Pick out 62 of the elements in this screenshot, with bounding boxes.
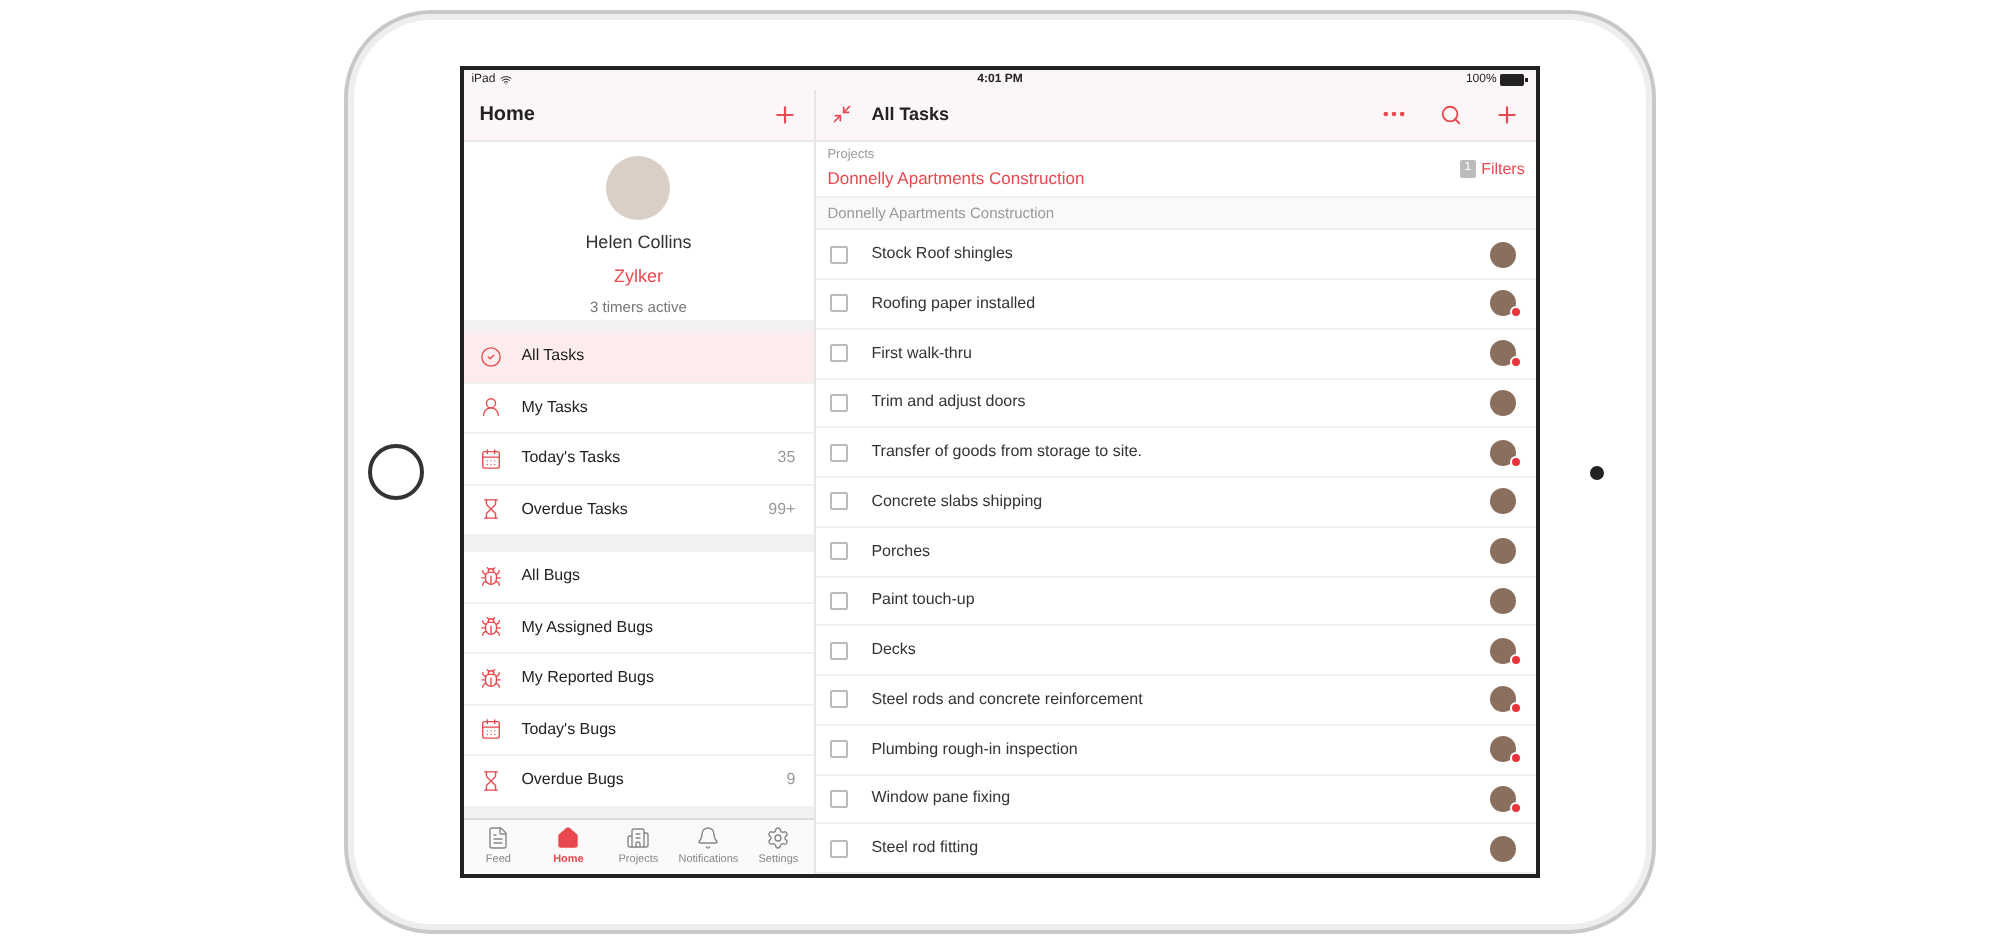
task-checkbox[interactable] xyxy=(829,690,848,709)
sidebar-item[interactable]: My Tasks xyxy=(463,383,814,434)
task-name: Porches xyxy=(871,539,933,564)
task-checkbox[interactable] xyxy=(829,393,848,412)
task-checkbox[interactable] xyxy=(829,294,848,313)
task-name: Window pane fixing xyxy=(871,786,1013,811)
bell-icon xyxy=(696,825,721,850)
home-icon xyxy=(556,825,581,850)
task-checkbox[interactable] xyxy=(829,492,848,511)
check-circle-icon xyxy=(479,345,502,368)
task-checkbox[interactable] xyxy=(829,740,848,759)
bug-icon xyxy=(479,565,502,588)
task-name: First walk-thru xyxy=(871,341,974,366)
task-checkbox[interactable] xyxy=(829,789,848,808)
task-name: Transfer of goods from storage to site. xyxy=(871,440,1145,465)
task-name: Paint touch-up xyxy=(871,588,977,613)
task-name: Plumbing rough-in inspection xyxy=(871,737,1080,762)
user-icon xyxy=(479,396,502,419)
bug-icon xyxy=(479,667,502,690)
task-checkbox[interactable] xyxy=(829,344,848,363)
add-icon[interactable] xyxy=(1494,101,1521,128)
search-icon[interactable] xyxy=(1440,103,1463,126)
wifi-icon xyxy=(499,74,512,86)
company-name: Zylker xyxy=(613,263,663,290)
sidebar-item[interactable]: Today's Bugs xyxy=(463,705,814,756)
task-checkbox[interactable] xyxy=(829,641,848,660)
sidebar-item[interactable]: My Assigned Bugs xyxy=(463,603,814,654)
calendar-icon xyxy=(479,718,502,741)
collapse-icon[interactable] xyxy=(831,104,852,125)
user-name: Helen Collins xyxy=(585,230,692,256)
task-checkbox[interactable] xyxy=(829,245,848,264)
task-name: Steel rods and concrete reinforcement xyxy=(871,687,1145,712)
hourglass-icon xyxy=(479,498,502,521)
item-count: 9 xyxy=(786,768,796,793)
page-title: All Tasks xyxy=(871,101,952,128)
item-count: 99+ xyxy=(768,497,796,522)
building-icon xyxy=(626,825,651,850)
sidebar-item[interactable]: Overdue Tasks 99+ xyxy=(463,485,814,536)
sidebar-item[interactable]: All Tasks xyxy=(463,332,814,383)
home-button[interactable] xyxy=(367,444,424,500)
battery-icon xyxy=(1500,74,1529,86)
avatar xyxy=(606,156,671,220)
project-selector[interactable]: Donnelly Apartments Construction xyxy=(827,166,1461,192)
task-name: Steel rod fitting xyxy=(871,836,981,861)
task-checkbox[interactable] xyxy=(829,591,848,610)
task-checkbox[interactable] xyxy=(829,443,848,462)
bug-icon xyxy=(479,616,502,639)
hourglass-icon xyxy=(479,769,502,792)
task-name: Roofing paper installed xyxy=(871,291,1038,316)
camera-icon xyxy=(1589,465,1604,479)
sidebar-title: Home xyxy=(479,102,535,130)
task-name: Concrete slabs shipping xyxy=(871,489,1045,514)
task-name: Stock Roof shingles xyxy=(871,242,1015,267)
calendar-icon xyxy=(479,447,502,470)
task-checkbox[interactable] xyxy=(829,839,848,858)
add-icon[interactable] xyxy=(771,102,798,128)
item-count: 35 xyxy=(777,446,796,471)
settings-icon xyxy=(766,825,791,850)
task-name: Decks xyxy=(871,638,918,663)
task-name: Trim and adjust doors xyxy=(871,390,1028,415)
document-icon xyxy=(486,825,511,850)
task-checkbox[interactable] xyxy=(829,542,848,561)
